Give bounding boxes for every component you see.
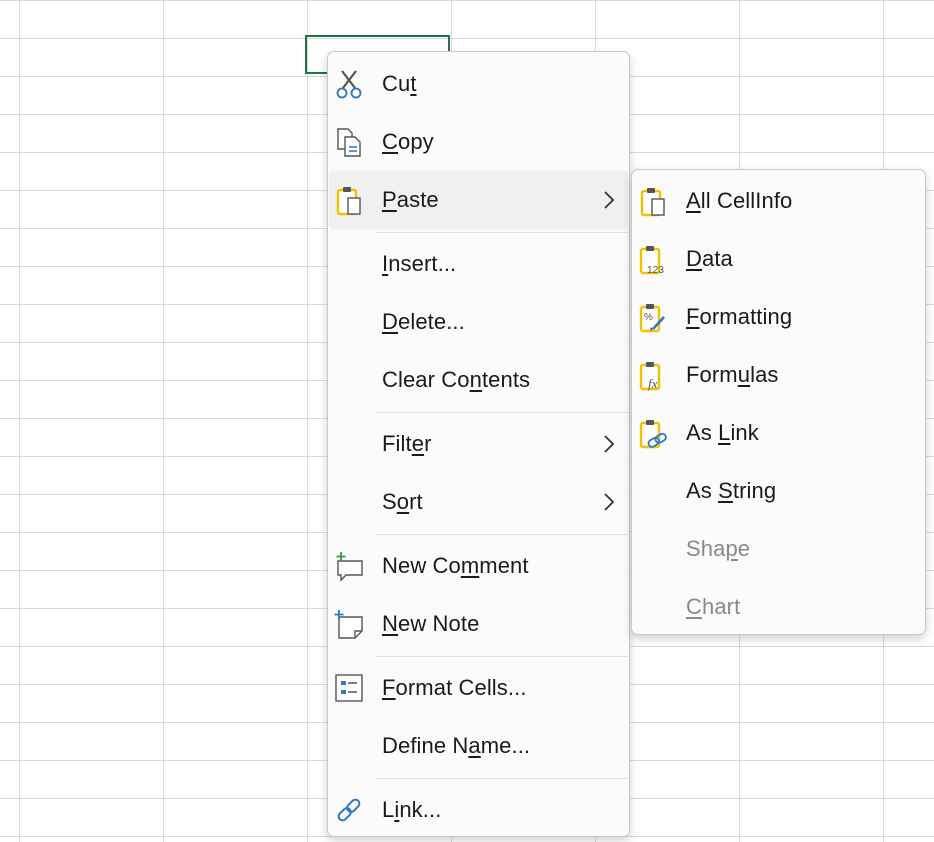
new-comment-icon bbox=[333, 550, 365, 582]
menu-item-delete[interactable]: Delete... bbox=[329, 293, 628, 351]
paste-item-as-string[interactable]: As String bbox=[633, 462, 924, 520]
menu-item-new-note[interactable]: New Note bbox=[329, 595, 628, 653]
menu-item-label: Formulas bbox=[686, 362, 779, 387]
menu-item-cut[interactable]: Cut bbox=[329, 55, 628, 113]
menu-item-label: Formatting bbox=[686, 304, 793, 329]
paste-formulas-icon: fx bbox=[637, 359, 669, 391]
paste-item-all-cellinfo[interactable]: All CellInfo bbox=[633, 172, 924, 230]
menu-separator bbox=[375, 656, 629, 657]
menu-item-label: Filter bbox=[382, 431, 432, 456]
menu-separator bbox=[375, 232, 629, 233]
menu-item-link[interactable]: Link... bbox=[329, 781, 628, 839]
menu-item-label: Shape bbox=[686, 536, 751, 561]
menu-item-label: As String bbox=[686, 478, 777, 503]
menu-item-label: Data bbox=[686, 246, 733, 271]
paste-data-icon: 123 bbox=[637, 243, 669, 275]
paste-link-icon bbox=[637, 417, 669, 449]
paste-item-shape: Shape bbox=[633, 520, 924, 578]
link-icon bbox=[333, 794, 365, 826]
menu-item-insert[interactable]: Insert... bbox=[329, 235, 628, 293]
svg-text:123: 123 bbox=[647, 265, 664, 275]
paste-icon bbox=[333, 184, 365, 216]
menu-item-sort[interactable]: Sort bbox=[329, 473, 628, 531]
menu-item-paste[interactable]: Paste bbox=[329, 171, 628, 229]
copy-icon bbox=[333, 126, 365, 158]
menu-item-label: Paste bbox=[382, 187, 439, 212]
menu-item-clear-contents[interactable]: Clear Contents bbox=[329, 351, 628, 409]
paste-item-formatting[interactable]: % Formatting bbox=[633, 288, 924, 346]
svg-text:%: % bbox=[644, 312, 653, 323]
menu-item-filter[interactable]: Filter bbox=[329, 415, 628, 473]
menu-item-define-name[interactable]: Define Name... bbox=[329, 717, 628, 775]
chevron-right-icon bbox=[600, 187, 618, 213]
chevron-right-icon bbox=[600, 489, 618, 515]
paste-all-icon bbox=[637, 185, 669, 217]
menu-item-format-cells[interactable]: Format Cells... bbox=[329, 659, 628, 717]
svg-text:fx: fx bbox=[648, 376, 658, 391]
paste-submenu: All CellInfo 123 Data % Formatting fx Fo… bbox=[631, 169, 926, 635]
menu-item-label: Chart bbox=[686, 594, 741, 619]
menu-separator bbox=[375, 778, 629, 779]
menu-item-copy[interactable]: Copy bbox=[329, 113, 628, 171]
menu-item-label: Define Name... bbox=[382, 733, 531, 758]
menu-item-label: As Link bbox=[686, 420, 759, 445]
paste-item-as-link[interactable]: As Link bbox=[633, 404, 924, 462]
paste-item-data[interactable]: 123 Data bbox=[633, 230, 924, 288]
menu-separator bbox=[375, 534, 629, 535]
menu-item-label: Cut bbox=[382, 71, 417, 96]
chevron-right-icon bbox=[600, 431, 618, 457]
menu-item-label: Copy bbox=[382, 129, 434, 154]
menu-item-label: Link... bbox=[382, 797, 442, 822]
format-cells-icon bbox=[333, 672, 365, 704]
menu-item-label: All CellInfo bbox=[686, 188, 793, 213]
menu-item-label: Clear Contents bbox=[382, 367, 531, 392]
paste-item-chart: Chart bbox=[633, 578, 924, 636]
new-note-icon bbox=[333, 608, 365, 640]
menu-item-label: New Comment bbox=[382, 553, 529, 578]
paste-item-formulas[interactable]: fx Formulas bbox=[633, 346, 924, 404]
paste-formatting-icon: % bbox=[637, 301, 669, 333]
menu-item-new-comment[interactable]: New Comment bbox=[329, 537, 628, 595]
menu-item-label: Sort bbox=[382, 489, 423, 514]
context-menu: Cut Copy Paste Insert... Delete... Clear… bbox=[327, 51, 630, 837]
scissors-icon bbox=[333, 68, 365, 100]
menu-item-label: New Note bbox=[382, 611, 480, 636]
menu-separator bbox=[375, 412, 629, 413]
menu-item-label: Insert... bbox=[382, 251, 457, 276]
menu-item-label: Format Cells... bbox=[382, 675, 527, 700]
menu-item-label: Delete... bbox=[382, 309, 465, 334]
